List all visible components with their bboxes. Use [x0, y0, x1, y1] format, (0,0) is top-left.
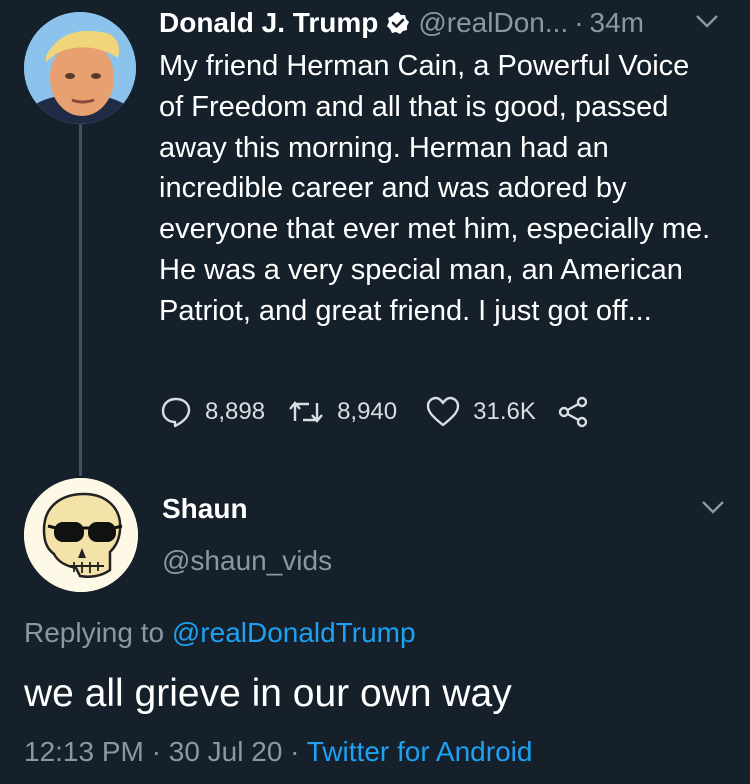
reply-meta: 12:13 PM · 30 Jul 20 · Twitter for Andro… [24, 736, 532, 768]
retweet-button[interactable]: 8,940 [287, 395, 397, 429]
replying-to: Replying to @realDonaldTrump [24, 617, 416, 649]
reply-date: 30 Jul 20 [168, 736, 283, 767]
tweet-body: My friend Herman Cain, a Powerful Voice … [159, 50, 711, 327]
chevron-down-icon[interactable] [700, 498, 726, 521]
author-handle[interactable]: @realDon... [418, 7, 568, 39]
reply-text: we all grieve in our own way [24, 672, 512, 715]
like-count: 31.6K [473, 398, 536, 425]
separator-dot: · [282, 736, 307, 767]
replying-prefix: Replying to [24, 617, 172, 648]
reply-avatar[interactable] [24, 478, 138, 592]
share-icon [558, 396, 588, 428]
thread-connector-line [79, 124, 82, 476]
profile-photo-icon [24, 12, 136, 124]
avatar[interactable] [24, 12, 136, 124]
tweet-actions: 8,898 8,940 31.6K [159, 394, 602, 430]
share-button[interactable] [556, 395, 602, 429]
reply-time: 12:13 PM [24, 736, 144, 767]
reply-author-handle[interactable]: @shaun_vids [162, 545, 332, 577]
tweet-time[interactable]: 34m [590, 7, 644, 39]
replying-to-link[interactable]: @realDonaldTrump [172, 617, 416, 648]
verified-badge-icon [386, 11, 410, 35]
separator-dot: · [143, 736, 169, 767]
reply-icon [161, 397, 191, 428]
like-button[interactable]: 31.6K [425, 395, 536, 429]
retweet-icon [289, 401, 323, 423]
original-tweet[interactable]: Donald J. Trump @realDon... · 34m My fri… [159, 0, 734, 332]
skull-avatar-icon [24, 478, 138, 592]
reply-source-link[interactable]: Twitter for Android [307, 736, 533, 767]
retweet-count: 8,940 [337, 398, 398, 425]
reply-button[interactable]: 8,898 [159, 395, 265, 429]
tweet-header: Donald J. Trump @realDon... · 34m [159, 0, 734, 46]
reply-author-name[interactable]: Shaun [162, 493, 248, 525]
chevron-down-icon[interactable] [694, 12, 720, 35]
reply-count: 8,898 [205, 398, 266, 425]
author-name[interactable]: Donald J. Trump [159, 7, 378, 39]
like-icon [426, 396, 460, 427]
separator-dot: · [574, 7, 584, 38]
